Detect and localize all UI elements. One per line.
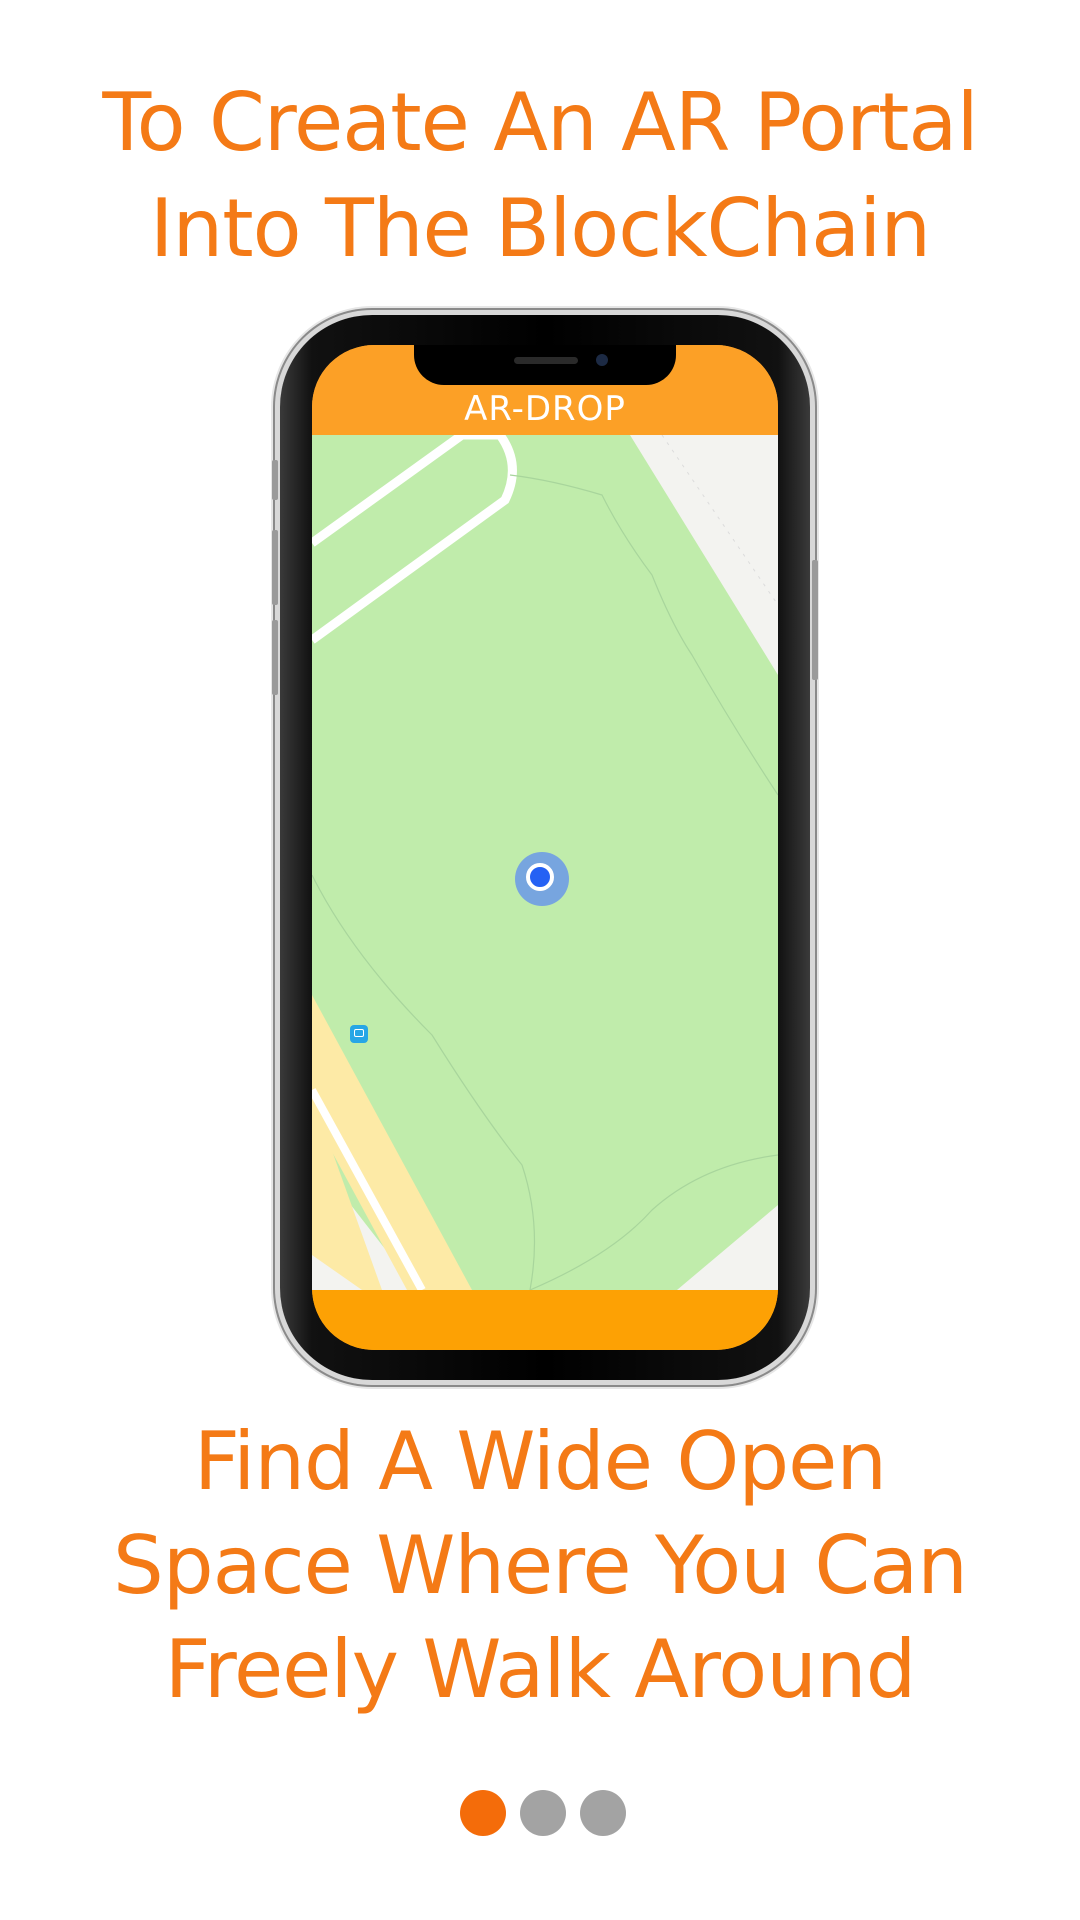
top-headline-line-1: To Create An AR Portal	[102, 76, 978, 169]
app-logo: AR-DROP	[464, 389, 626, 429]
top-headline: To Create An AR Portal Into The BlockCha…	[0, 70, 1080, 282]
phone-notch	[414, 345, 676, 385]
bottom-headline-line-2: Space Where You Can	[113, 1519, 968, 1612]
location-dot-icon[interactable]	[515, 852, 569, 906]
bottom-headline: Find A Wide Open Space Where You Can Fre…	[0, 1410, 1080, 1722]
phone-power-button	[812, 560, 818, 680]
app-bottom-bar	[312, 1290, 778, 1350]
page-dot-1[interactable]	[460, 1790, 506, 1836]
phone-volume-up-button	[272, 530, 278, 605]
map-area-top-right	[630, 435, 778, 675]
location-dot-center	[526, 863, 554, 891]
app-header: AR-DROP	[312, 345, 778, 435]
page-dot-2[interactable]	[520, 1790, 566, 1836]
top-headline-line-2: Into The BlockChain	[149, 182, 931, 275]
phone-mute-switch	[272, 460, 278, 500]
bottom-headline-line-3: Freely Walk Around	[164, 1623, 917, 1716]
phone-screen: AR-DROP	[312, 345, 778, 1350]
map-view[interactable]	[312, 435, 778, 1290]
phone-volume-down-button	[272, 620, 278, 695]
map-area-bottom-right	[677, 1205, 778, 1290]
phone-mockup: AR-DROP	[272, 315, 818, 1380]
page-indicator	[460, 1790, 626, 1836]
front-camera	[596, 354, 608, 366]
map-road-top-left	[312, 435, 517, 644]
page-dot-3[interactable]	[580, 1790, 626, 1836]
speaker-grille	[514, 357, 578, 364]
bottom-headline-line-1: Find A Wide Open	[193, 1415, 887, 1508]
bus-stop-icon[interactable]	[350, 1025, 368, 1043]
